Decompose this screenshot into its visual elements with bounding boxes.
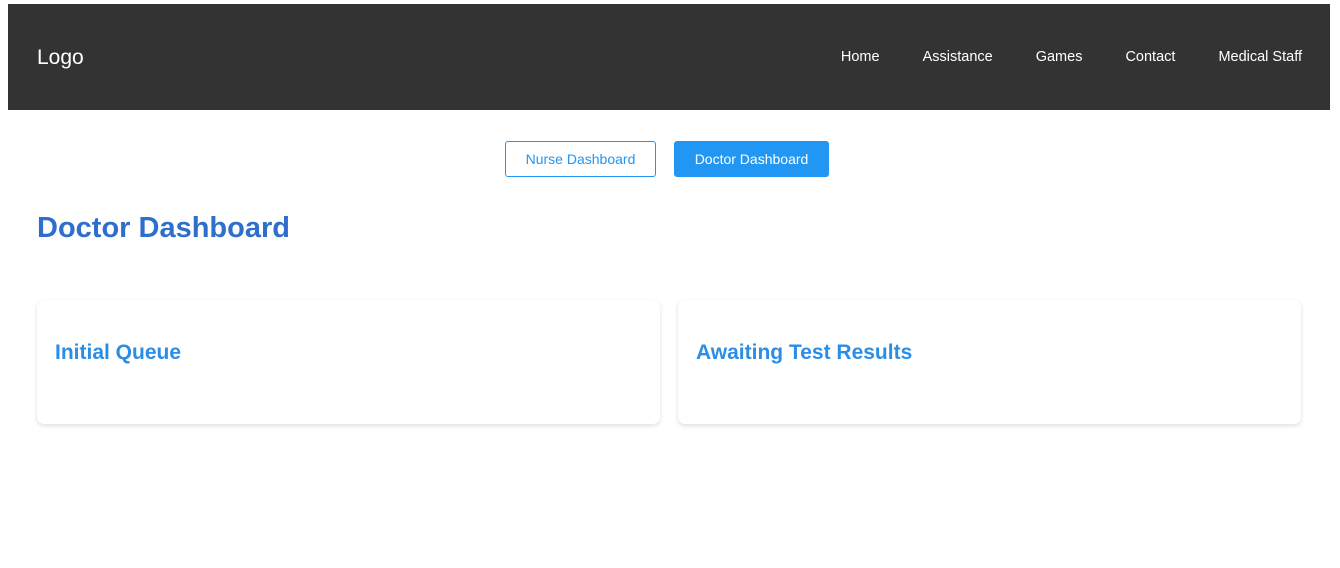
doctor-dashboard-button[interactable]: Doctor Dashboard bbox=[674, 141, 829, 177]
dashboard-switcher: Nurse Dashboard Doctor Dashboard bbox=[8, 141, 1330, 177]
awaiting-test-results-card: Awaiting Test Results bbox=[678, 300, 1301, 424]
page-title: Doctor Dashboard bbox=[37, 212, 290, 244]
main-navigation: Home Assistance Games Contact Medical St… bbox=[841, 49, 1302, 65]
nav-link-games[interactable]: Games bbox=[1036, 49, 1083, 65]
dashboard-cards: Initial Queue Awaiting Test Results bbox=[37, 300, 1301, 424]
initial-queue-title: Initial Queue bbox=[55, 341, 182, 364]
initial-queue-card: Initial Queue bbox=[37, 300, 660, 424]
nav-link-contact[interactable]: Contact bbox=[1125, 49, 1175, 65]
nav-link-assistance[interactable]: Assistance bbox=[923, 49, 993, 65]
logo[interactable]: Logo bbox=[37, 47, 84, 68]
nav-link-home[interactable]: Home bbox=[841, 49, 880, 65]
nurse-dashboard-button[interactable]: Nurse Dashboard bbox=[505, 141, 656, 177]
nav-link-medical-staff[interactable]: Medical Staff bbox=[1218, 49, 1302, 65]
top-navbar: Logo Home Assistance Games Contact Medic… bbox=[8, 4, 1330, 110]
page: Logo Home Assistance Games Contact Medic… bbox=[0, 0, 1340, 568]
awaiting-test-results-title: Awaiting Test Results bbox=[696, 341, 913, 364]
